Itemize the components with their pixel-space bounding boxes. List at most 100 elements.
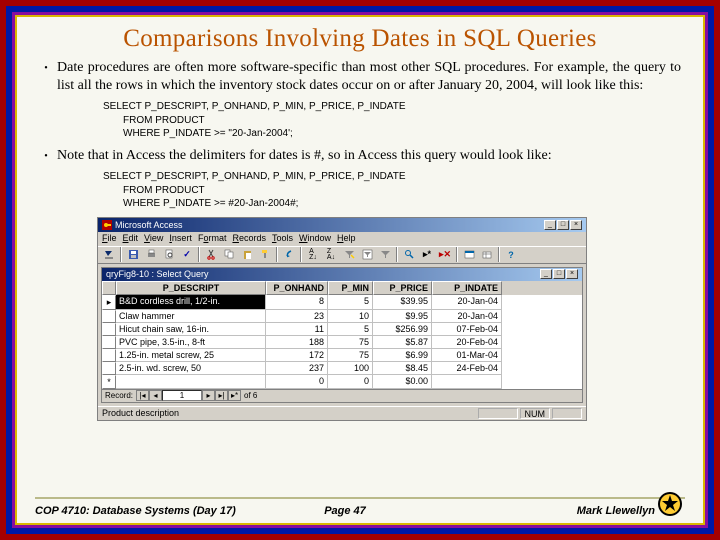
save-icon[interactable] bbox=[125, 247, 141, 262]
col-header[interactable]: P_MIN bbox=[328, 281, 373, 295]
code-line: FROM PRODUCT bbox=[123, 184, 685, 198]
menu-edit[interactable]: Edit bbox=[123, 233, 139, 245]
row-selector[interactable] bbox=[102, 323, 116, 336]
spell-icon[interactable]: ✓ bbox=[179, 247, 195, 262]
find-icon[interactable] bbox=[401, 247, 417, 262]
bullet-dot: • bbox=[35, 59, 57, 94]
footer-divider bbox=[35, 497, 685, 499]
bullet-dot: • bbox=[35, 147, 57, 165]
menu-view[interactable]: View bbox=[144, 233, 163, 245]
minimize-button[interactable]: _ bbox=[544, 220, 556, 230]
delete-record-icon[interactable]: ▸✕ bbox=[437, 247, 453, 262]
col-header[interactable]: P_ONHAND bbox=[266, 281, 328, 295]
record-navigator: Record: |◂ ◂ 1 ▸ ▸| ▸* of 6 bbox=[102, 389, 582, 402]
filter-form-icon[interactable] bbox=[359, 247, 375, 262]
paste-icon[interactable] bbox=[239, 247, 255, 262]
query-titlebar: qryFig8-10 : Select Query _ □ × bbox=[102, 268, 582, 281]
record-count: of 6 bbox=[241, 391, 260, 400]
row-selector-header[interactable] bbox=[102, 281, 116, 295]
nav-prev-icon[interactable]: ◂ bbox=[149, 390, 162, 401]
ucf-logo-icon bbox=[657, 491, 683, 517]
menu-insert[interactable]: Insert bbox=[169, 233, 192, 245]
code-line: WHERE P_INDATE >= "20-Jan-2004'; bbox=[123, 127, 685, 141]
apply-filter-icon[interactable] bbox=[377, 247, 393, 262]
menu-records[interactable]: Records bbox=[232, 233, 266, 245]
record-number[interactable]: 1 bbox=[162, 390, 202, 401]
record-label: Record: bbox=[102, 391, 136, 400]
row-selector[interactable]: ▸ bbox=[102, 295, 116, 310]
table-row[interactable]: ▸B&D cordless drill, 1/2-in.85$39.9520-J… bbox=[102, 295, 582, 310]
close-button[interactable]: × bbox=[570, 220, 582, 230]
new-record-icon[interactable]: ▸* bbox=[419, 247, 435, 262]
footer-center: Page 47 bbox=[242, 505, 449, 517]
query-window: qryFig8-10 : Select Query _ □ × P_DESCRI… bbox=[101, 267, 583, 403]
titlebar: Microsoft Access _ □ × bbox=[98, 218, 586, 232]
nav-next-icon[interactable]: ▸ bbox=[202, 390, 215, 401]
sort-desc-icon[interactable]: ZA↓ bbox=[323, 247, 339, 262]
grid-header: P_DESCRIPT P_ONHAND P_MIN P_PRICE P_INDA… bbox=[102, 281, 582, 295]
view-button[interactable] bbox=[101, 247, 117, 262]
row-selector[interactable] bbox=[102, 349, 116, 362]
col-header[interactable]: P_INDATE bbox=[432, 281, 502, 295]
menu-window[interactable]: Window bbox=[299, 233, 331, 245]
slide-title: Comparisons Involving Dates in SQL Queri… bbox=[35, 25, 685, 53]
nav-new-icon[interactable]: ▸* bbox=[228, 390, 241, 401]
table-row[interactable]: 1.25-in. metal screw, 2517275$6.9901-Mar… bbox=[102, 349, 582, 362]
sql-code-2: SELECT P_DESCRIPT, P_ONHAND, P_MIN, P_PR… bbox=[103, 170, 685, 211]
table-row-new[interactable]: *00$0.00 bbox=[102, 375, 582, 389]
filter-selection-icon[interactable] bbox=[341, 247, 357, 262]
table-row[interactable]: PVC pipe, 3.5-in., 8-ft18875$5.8720-Feb-… bbox=[102, 336, 582, 349]
result-grid: P_DESCRIPT P_ONHAND P_MIN P_PRICE P_INDA… bbox=[102, 281, 582, 389]
row-selector[interactable] bbox=[102, 310, 116, 323]
print-icon[interactable] bbox=[143, 247, 159, 262]
sort-asc-icon[interactable]: AZ↓ bbox=[305, 247, 321, 262]
row-selector[interactable] bbox=[102, 362, 116, 375]
menu-bar: File Edit View Insert Format Records Too… bbox=[98, 232, 586, 246]
status-bar: Product description NUM bbox=[98, 406, 586, 420]
code-line: SELECT P_DESCRIPT, P_ONHAND, P_MIN, P_PR… bbox=[103, 100, 685, 114]
code-line: WHERE P_INDATE >= #20-Jan-2004#; bbox=[123, 197, 685, 211]
nav-last-icon[interactable]: ▸| bbox=[215, 390, 228, 401]
footer-right: Mark Llewellyn bbox=[448, 505, 685, 517]
table-row[interactable]: Hicut chain saw, 16-in.115$256.9907-Feb-… bbox=[102, 323, 582, 336]
bullet-1-text: Date procedures are often more software-… bbox=[57, 59, 685, 94]
row-selector[interactable] bbox=[102, 336, 116, 349]
inner-minimize[interactable]: _ bbox=[540, 269, 552, 279]
footer-left: COP 4710: Database Systems (Day 17) bbox=[35, 505, 242, 517]
status-num: NUM bbox=[520, 408, 551, 419]
bullet-2: • Note that in Access the delimiters for… bbox=[35, 147, 685, 165]
format-painter-icon[interactable] bbox=[257, 247, 273, 262]
new-object-icon[interactable] bbox=[479, 247, 495, 262]
status-cell bbox=[552, 408, 582, 419]
cut-icon[interactable] bbox=[203, 247, 219, 262]
preview-icon[interactable] bbox=[161, 247, 177, 262]
help-icon[interactable]: ? bbox=[503, 247, 519, 262]
toolbar: ✓ AZ↓ ZA↓ ▸* ▸✕ ? bbox=[98, 246, 586, 264]
maximize-button[interactable]: □ bbox=[557, 220, 569, 230]
menu-tools[interactable]: Tools bbox=[272, 233, 293, 245]
db-window-icon[interactable] bbox=[461, 247, 477, 262]
status-text: Product description bbox=[102, 408, 179, 418]
table-row[interactable]: 2.5-in. wd. screw, 50237100$8.4524-Feb-0… bbox=[102, 362, 582, 375]
menu-format[interactable]: Format bbox=[198, 233, 227, 245]
menu-help[interactable]: Help bbox=[337, 233, 356, 245]
code-line: FROM PRODUCT bbox=[123, 114, 685, 128]
status-cell bbox=[478, 408, 518, 419]
footer: COP 4710: Database Systems (Day 17) Page… bbox=[35, 505, 685, 517]
menu-file[interactable]: File bbox=[102, 233, 117, 245]
row-selector[interactable]: * bbox=[102, 375, 116, 389]
query-title: qryFig8-10 : Select Query bbox=[106, 269, 209, 279]
col-header[interactable]: P_PRICE bbox=[373, 281, 432, 295]
inner-maximize[interactable]: □ bbox=[553, 269, 565, 279]
access-window: Microsoft Access _ □ × File Edit View In… bbox=[97, 217, 587, 421]
undo-icon[interactable] bbox=[281, 247, 297, 262]
app-title: Microsoft Access bbox=[115, 220, 183, 230]
copy-icon[interactable] bbox=[221, 247, 237, 262]
inner-close[interactable]: × bbox=[566, 269, 578, 279]
table-row[interactable]: Claw hammer2310$9.9520-Jan-04 bbox=[102, 310, 582, 323]
sql-code-1: SELECT P_DESCRIPT, P_ONHAND, P_MIN, P_PR… bbox=[103, 100, 685, 141]
bullet-2-text: Note that in Access the delimiters for d… bbox=[57, 147, 685, 165]
col-header[interactable]: P_DESCRIPT bbox=[116, 281, 266, 295]
nav-first-icon[interactable]: |◂ bbox=[136, 390, 149, 401]
code-line: SELECT P_DESCRIPT, P_ONHAND, P_MIN, P_PR… bbox=[103, 170, 685, 184]
